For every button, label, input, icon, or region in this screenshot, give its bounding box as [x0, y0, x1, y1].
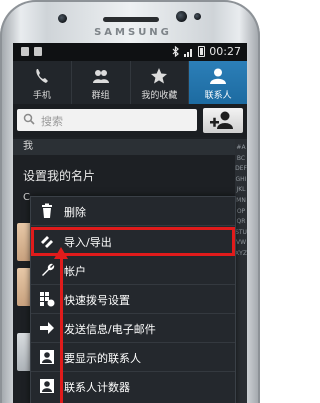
- tab-label: 我的收藏: [141, 91, 178, 101]
- notification-icon: [34, 47, 42, 56]
- status-bar: 00:27: [13, 43, 247, 61]
- signal-icon: [184, 47, 194, 57]
- send-arrow-icon: [40, 322, 54, 334]
- annotation-arrow-head: [54, 247, 68, 259]
- tab-contacts[interactable]: 联系人: [189, 61, 247, 104]
- proximity-sensor-icon: [194, 13, 201, 20]
- screen: 00:27 手机 群组 我的收藏 联系人 搜索 我 设置我的名片 C #ABCD…: [13, 43, 247, 403]
- menu-item-label: 导入/导出: [64, 236, 112, 249]
- wrench-icon: [42, 263, 55, 276]
- battery-icon: [198, 46, 206, 57]
- person-icon: [210, 68, 227, 84]
- menu-item-delete[interactable]: 删除: [31, 197, 235, 226]
- trash-icon: [42, 203, 52, 218]
- menu-item-label: 帐户: [64, 265, 86, 278]
- menu-item-label: 快速拨号设置: [64, 294, 130, 307]
- alphabet-index[interactable]: #ABCDEFGHIJKLMNOPQRSTUVWXYZ: [235, 139, 247, 403]
- search-input[interactable]: 搜索: [17, 109, 197, 131]
- menu-item-label: 发送信息/电子邮件: [64, 323, 156, 336]
- tab-groups[interactable]: 群组: [72, 61, 131, 104]
- brand-logo: SAMSUNG: [94, 27, 172, 38]
- phone-icon: [36, 69, 48, 83]
- front-camera-icon: [176, 11, 187, 22]
- tab-label: 联系人: [204, 91, 232, 101]
- star-icon: [151, 68, 168, 84]
- tab-bar: 手机 群组 我的收藏 联系人: [13, 61, 247, 104]
- contact-counter-icon: [40, 379, 54, 393]
- search-row: 搜索: [13, 104, 247, 137]
- search-placeholder: 搜索: [41, 115, 63, 128]
- page: SAMSUNG 00:27 手机 群组 我的收藏 联系人 搜索 我 设置我的名片…: [0, 0, 260, 403]
- annotation-arrow: [60, 258, 63, 403]
- contact-card-icon: [40, 350, 54, 364]
- tab-label: 手机: [32, 91, 51, 101]
- search-icon: [23, 113, 35, 125]
- sensor-icon: [58, 14, 67, 23]
- section-header-c: C: [23, 192, 30, 203]
- add-contact-icon: [210, 111, 233, 129]
- menu-item-label: 要显示的联系人: [64, 352, 141, 365]
- earpiece-speaker: [103, 17, 159, 22]
- set-my-profile[interactable]: 设置我的名片: [23, 167, 95, 184]
- status-indicators: 00:27: [172, 45, 241, 58]
- group-icon: [92, 70, 109, 83]
- speed-dial-icon: [40, 292, 55, 307]
- notification-icon: [21, 47, 29, 56]
- bluetooth-icon: [172, 46, 180, 57]
- section-header-me: 我: [13, 139, 235, 155]
- menu-item-label: 联系人计数器: [64, 381, 130, 394]
- tab-favorites[interactable]: 我的收藏: [131, 61, 190, 104]
- add-contact-button[interactable]: [203, 108, 243, 133]
- notification-icons: [21, 47, 42, 56]
- import-export-icon: [41, 236, 53, 248]
- menu-item-label: 删除: [64, 206, 86, 219]
- tab-phone[interactable]: 手机: [13, 61, 72, 104]
- status-time: 00:27: [209, 45, 241, 58]
- tab-label: 群组: [91, 91, 110, 101]
